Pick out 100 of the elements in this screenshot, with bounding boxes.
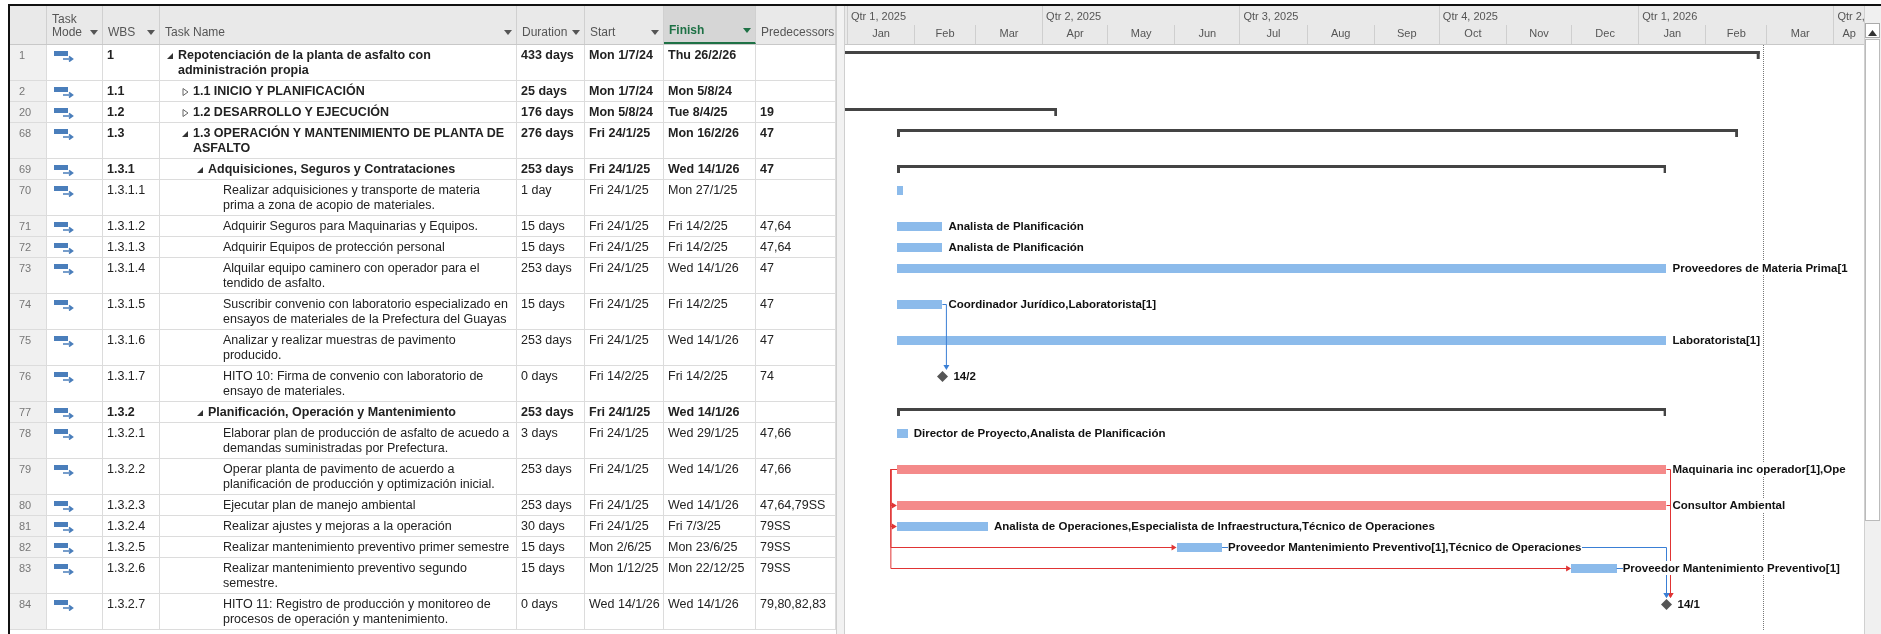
start-date-cell: Mon 1/7/24 bbox=[585, 81, 664, 101]
resource-label: Consultor Ambiental bbox=[1672, 498, 1787, 512]
wbs-cell: 1.2 bbox=[103, 102, 160, 122]
task-name: HITO 10: Firma de convenio con laboratorio de ensayo de materiales. bbox=[223, 369, 485, 399]
start-date-cell: Wed 14/1/26 bbox=[585, 594, 664, 629]
finish-date-cell: Fri 14/2/25 bbox=[664, 294, 756, 329]
finish-date-cell: Wed 14/1/26 bbox=[664, 495, 756, 515]
start-date-cell: Mon 5/8/24 bbox=[585, 102, 664, 122]
wbs-cell: 1.3.2.6 bbox=[103, 558, 160, 593]
month-label: Jun bbox=[1174, 25, 1240, 44]
duration-cell: 0 days bbox=[517, 594, 585, 629]
month-label: Feb bbox=[1705, 25, 1767, 44]
column-header[interactable]: Task Mode bbox=[47, 6, 103, 44]
resource-label: Proveedor Mantenimiento Preventivo[1],Técnico de Operaciones bbox=[1228, 540, 1583, 554]
quarter-label: Qtr 3, 2025 bbox=[1239, 6, 1439, 25]
duration-cell: 253 days bbox=[517, 495, 585, 515]
wbs-cell: 1.1 bbox=[103, 81, 160, 101]
resource-label: Analista de Operaciones,Especialista de Infraestructura,Técnico de Operaciones bbox=[993, 519, 1436, 533]
task-name: Suscribir convenio con laboratorio especializado en ensayos de materiales de la Prefectura del Guayas bbox=[223, 297, 509, 327]
column-header[interactable]: Duration bbox=[517, 6, 585, 44]
scrollbar-thumb[interactable] bbox=[1865, 39, 1880, 521]
row-number: 84 bbox=[10, 594, 47, 629]
row-number: 80 bbox=[10, 495, 47, 515]
task-name: Realizar adquisiciones y transporte de materia prima a zona de acopio de materiales. bbox=[223, 183, 482, 213]
duration-cell: 253 days bbox=[517, 330, 585, 365]
wbs-cell: 1.3.1.2 bbox=[103, 216, 160, 236]
finish-date-cell: Mon 16/2/26 bbox=[664, 123, 756, 158]
duration-cell: 15 days bbox=[517, 558, 585, 593]
month-label: Feb bbox=[914, 25, 975, 44]
wbs-cell: 1.3.1.7 bbox=[103, 366, 160, 401]
duration-cell: 15 days bbox=[517, 216, 585, 236]
month-label: Jan bbox=[1638, 25, 1706, 44]
row-number: 2 bbox=[10, 81, 47, 101]
expand-toggle[interactable] bbox=[196, 166, 204, 174]
wbs-cell: 1.3.1.5 bbox=[103, 294, 160, 329]
row-number: 72 bbox=[10, 237, 47, 257]
bar-arrow-icon bbox=[54, 86, 76, 98]
quarter-label: Qtr 1, 2026 bbox=[1638, 6, 1834, 25]
resource-label: Analista de Planificación bbox=[948, 240, 1085, 254]
expand-toggle[interactable] bbox=[181, 88, 189, 96]
milestone-diamond bbox=[936, 371, 948, 382]
date-label: 14/1 bbox=[1677, 597, 1701, 611]
finish-date-cell: Wed 14/1/26 bbox=[664, 459, 756, 494]
start-date-cell: Mon 1/7/24 bbox=[585, 45, 664, 80]
finish-date-cell: Tue 8/4/25 bbox=[664, 102, 756, 122]
duration-cell: 3 days bbox=[517, 423, 585, 458]
start-date-cell: Fri 24/1/25 bbox=[585, 294, 664, 329]
resource-label: Maquinaria inc operador[1],Ope bbox=[1672, 462, 1847, 476]
task-name: Adquisiciones, Seguros y Contrataciones bbox=[208, 162, 456, 177]
start-date-cell: Fri 24/1/25 bbox=[585, 402, 664, 422]
bar-arrow-icon bbox=[54, 128, 76, 140]
bar-arrow-icon bbox=[54, 299, 76, 311]
wbs-cell: 1.3.1 bbox=[103, 159, 160, 179]
finish-date-cell: Wed 14/1/26 bbox=[664, 159, 756, 179]
month-label: Ap bbox=[1833, 25, 1864, 44]
finish-date-cell: Mon 23/6/25 bbox=[664, 537, 756, 557]
bar-arrow-icon bbox=[54, 263, 76, 275]
column-header[interactable]: WBS bbox=[103, 6, 160, 44]
expand-toggle[interactable] bbox=[181, 109, 189, 117]
month-label: Jul bbox=[1239, 25, 1307, 44]
row-number: 20 bbox=[10, 102, 47, 122]
expand-toggle[interactable] bbox=[166, 52, 174, 60]
expand-toggle[interactable] bbox=[181, 130, 189, 138]
duration-cell: 0 days bbox=[517, 366, 585, 401]
row-number: 82 bbox=[10, 537, 47, 557]
task-name: Analizar y realizar muestras de pavimento producido. bbox=[223, 333, 457, 363]
row-number: 68 bbox=[10, 123, 47, 158]
finish-date-cell: Wed 14/1/26 bbox=[664, 594, 756, 629]
task-name: Ejecutar plan de manejo ambiental bbox=[223, 498, 416, 513]
wbs-cell: 1.3.2.1 bbox=[103, 423, 160, 458]
column-header[interactable]: Task Name bbox=[160, 6, 517, 44]
row-number: 76 bbox=[10, 366, 47, 401]
scroll-up-button[interactable] bbox=[1865, 23, 1880, 38]
wbs-cell: 1.3.2.7 bbox=[103, 594, 160, 629]
month-label: Sep bbox=[1373, 25, 1439, 44]
finish-date-cell: Wed 14/1/26 bbox=[664, 402, 756, 422]
row-number: 71 bbox=[10, 216, 47, 236]
start-date-cell: Fri 24/1/25 bbox=[585, 237, 664, 257]
bar-arrow-icon bbox=[54, 563, 76, 575]
row-number: 69 bbox=[10, 159, 47, 179]
row-number: 1 bbox=[10, 45, 47, 80]
duration-cell: 253 days bbox=[517, 459, 585, 494]
column-header[interactable]: Finish bbox=[664, 6, 756, 44]
start-date-cell: Fri 24/1/25 bbox=[585, 423, 664, 458]
start-date-cell: Mon 1/12/25 bbox=[585, 558, 664, 593]
duration-cell: 25 days bbox=[517, 81, 585, 101]
wbs-cell: 1.3.1.4 bbox=[103, 258, 160, 293]
bar-arrow-icon bbox=[54, 371, 76, 383]
bar-arrow-icon bbox=[54, 107, 76, 119]
start-date-cell: Fri 24/1/25 bbox=[585, 495, 664, 515]
month-label: Mar bbox=[1766, 25, 1834, 44]
duration-cell: 15 days bbox=[517, 237, 585, 257]
row-number: 78 bbox=[10, 423, 47, 458]
task-name: Realizar ajustes y mejoras a la operación bbox=[223, 519, 452, 534]
duration-cell: 433 days bbox=[517, 45, 585, 80]
expand-toggle[interactable] bbox=[196, 409, 204, 417]
finish-date-cell: Mon 22/12/25 bbox=[664, 558, 756, 593]
resource-label: Laboratorista[1] bbox=[1672, 333, 1762, 347]
wbs-cell: 1.3.2.4 bbox=[103, 516, 160, 536]
row-number: 77 bbox=[10, 402, 47, 422]
